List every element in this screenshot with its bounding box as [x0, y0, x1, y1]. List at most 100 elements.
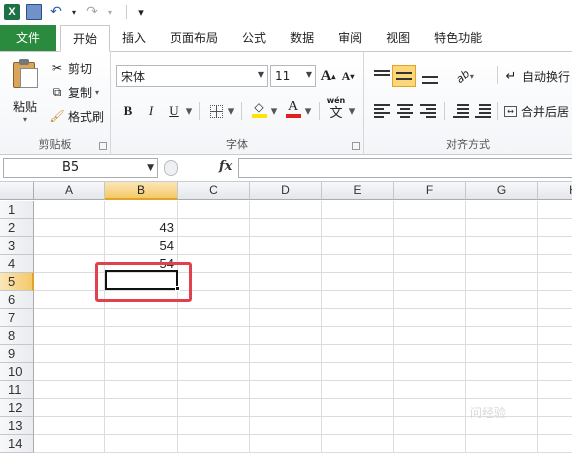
cell-e14[interactable]: [322, 435, 394, 453]
cell-d7[interactable]: [250, 309, 322, 327]
cell-b12[interactable]: [105, 399, 178, 417]
cell-a8[interactable]: [34, 327, 105, 345]
phonetic-dropdown-icon[interactable]: ▾: [347, 100, 357, 122]
undo-icon[interactable]: ↶: [48, 4, 64, 20]
cell-c9[interactable]: [178, 345, 250, 363]
name-box[interactable]: B5 ▼: [3, 158, 158, 178]
tab-file[interactable]: 文件: [0, 25, 56, 51]
cell-b9[interactable]: [105, 345, 178, 363]
cell-h11[interactable]: [538, 381, 572, 399]
shrink-font-button[interactable]: A ▾: [339, 65, 357, 87]
font-launcher-icon[interactable]: [352, 142, 360, 150]
row-header-11[interactable]: 11: [0, 381, 34, 399]
cell-f7[interactable]: [394, 309, 466, 327]
cell-d1[interactable]: [250, 201, 322, 219]
customize-qat-icon[interactable]: ▾: [133, 4, 149, 20]
row-header-8[interactable]: 8: [0, 327, 34, 345]
cell-a12[interactable]: [34, 399, 105, 417]
cell-a11[interactable]: [34, 381, 105, 399]
align-top-icon[interactable]: [374, 70, 390, 80]
formula-input[interactable]: [238, 158, 572, 178]
font-color-button[interactable]: A: [283, 98, 303, 120]
row-header-2[interactable]: 2: [0, 219, 34, 237]
row-header-7[interactable]: 7: [0, 309, 34, 327]
cell-b2[interactable]: 43: [105, 219, 178, 237]
column-header-c[interactable]: C: [178, 182, 250, 200]
cell-d13[interactable]: [250, 417, 322, 435]
cell-a10[interactable]: [34, 363, 105, 381]
decrease-indent-icon[interactable]: [453, 104, 469, 118]
tab-insert[interactable]: 插入: [110, 25, 158, 51]
name-box-dropdown-icon[interactable]: ▼: [147, 159, 154, 177]
cell-e13[interactable]: [322, 417, 394, 435]
cell-h10[interactable]: [538, 363, 572, 381]
row-header-12[interactable]: 12: [0, 399, 34, 417]
merge-center-button[interactable]: ↔ 合并后居: [504, 101, 569, 121]
cell-h5[interactable]: [538, 273, 572, 291]
cell-b1[interactable]: [105, 201, 178, 219]
cell-f4[interactable]: [394, 255, 466, 273]
copy-button[interactable]: ⧉ 复制 ▾: [50, 82, 99, 102]
tab-review[interactable]: 审阅: [326, 25, 374, 51]
orientation-button[interactable]: ab ▾: [452, 65, 478, 87]
underline-dropdown-icon[interactable]: ▾: [184, 100, 194, 122]
cell-g1[interactable]: [466, 201, 538, 219]
cell-d14[interactable]: [250, 435, 322, 453]
underline-button[interactable]: U: [164, 100, 184, 122]
cell-g10[interactable]: [466, 363, 538, 381]
cell-c10[interactable]: [178, 363, 250, 381]
cell-c1[interactable]: [178, 201, 250, 219]
cell-g8[interactable]: [466, 327, 538, 345]
cell-h12[interactable]: [538, 399, 572, 417]
cell-c12[interactable]: [178, 399, 250, 417]
cell-c3[interactable]: [178, 237, 250, 255]
align-center-icon[interactable]: [397, 104, 413, 118]
cell-e8[interactable]: [322, 327, 394, 345]
cell-e4[interactable]: [322, 255, 394, 273]
redo-icon[interactable]: ↷: [84, 4, 100, 20]
cell-d8[interactable]: [250, 327, 322, 345]
cell-a13[interactable]: [34, 417, 105, 435]
tab-page-layout[interactable]: 页面布局: [158, 25, 230, 51]
row-header-9[interactable]: 9: [0, 345, 34, 363]
cell-f12[interactable]: [394, 399, 466, 417]
insert-function-icon[interactable]: fx: [219, 159, 232, 174]
cell-f13[interactable]: [394, 417, 466, 435]
cell-h3[interactable]: [538, 237, 572, 255]
cell-e7[interactable]: [322, 309, 394, 327]
font-color-dropdown-icon[interactable]: ▾: [303, 100, 313, 122]
font-size-select[interactable]: 11 ▼: [270, 65, 316, 87]
cell-a3[interactable]: [34, 237, 105, 255]
tab-view[interactable]: 视图: [374, 25, 422, 51]
cell-b3[interactable]: 54: [105, 237, 178, 255]
row-header-10[interactable]: 10: [0, 363, 34, 381]
align-right-icon[interactable]: [420, 104, 436, 118]
format-painter-button[interactable]: 🖌 格式刷: [49, 106, 104, 126]
cell-e5[interactable]: [322, 273, 394, 291]
cell-h6[interactable]: [538, 291, 572, 309]
cell-a2[interactable]: [34, 219, 105, 237]
cell-d2[interactable]: [250, 219, 322, 237]
cell-g9[interactable]: [466, 345, 538, 363]
cell-f14[interactable]: [394, 435, 466, 453]
fill-color-dropdown-icon[interactable]: ▾: [269, 100, 279, 122]
cell-f3[interactable]: [394, 237, 466, 255]
cell-f1[interactable]: [394, 201, 466, 219]
cell-e12[interactable]: [322, 399, 394, 417]
cell-b11[interactable]: [105, 381, 178, 399]
increase-indent-icon[interactable]: [475, 104, 491, 118]
cell-b10[interactable]: [105, 363, 178, 381]
row-header-13[interactable]: 13: [0, 417, 34, 435]
cell-f5[interactable]: [394, 273, 466, 291]
cell-e2[interactable]: [322, 219, 394, 237]
undo-dropdown-icon[interactable]: ▾: [70, 4, 78, 20]
row-header-1[interactable]: 1: [0, 201, 34, 219]
cell-h2[interactable]: [538, 219, 572, 237]
save-icon[interactable]: [26, 4, 42, 20]
row-header-5[interactable]: 5: [0, 273, 34, 291]
formula-bar-splitter[interactable]: [164, 160, 178, 176]
cell-h7[interactable]: [538, 309, 572, 327]
cell-b13[interactable]: [105, 417, 178, 435]
cell-h13[interactable]: [538, 417, 572, 435]
cell-g4[interactable]: [466, 255, 538, 273]
